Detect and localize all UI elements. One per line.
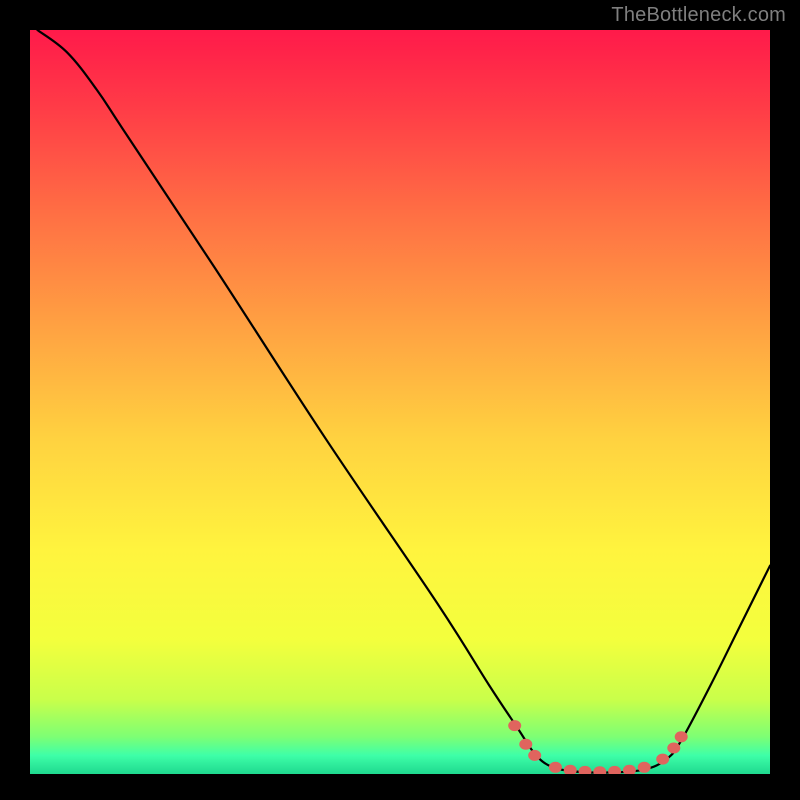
bottleneck-chart — [30, 30, 770, 774]
attribution-text: TheBottleneck.com — [611, 4, 786, 27]
